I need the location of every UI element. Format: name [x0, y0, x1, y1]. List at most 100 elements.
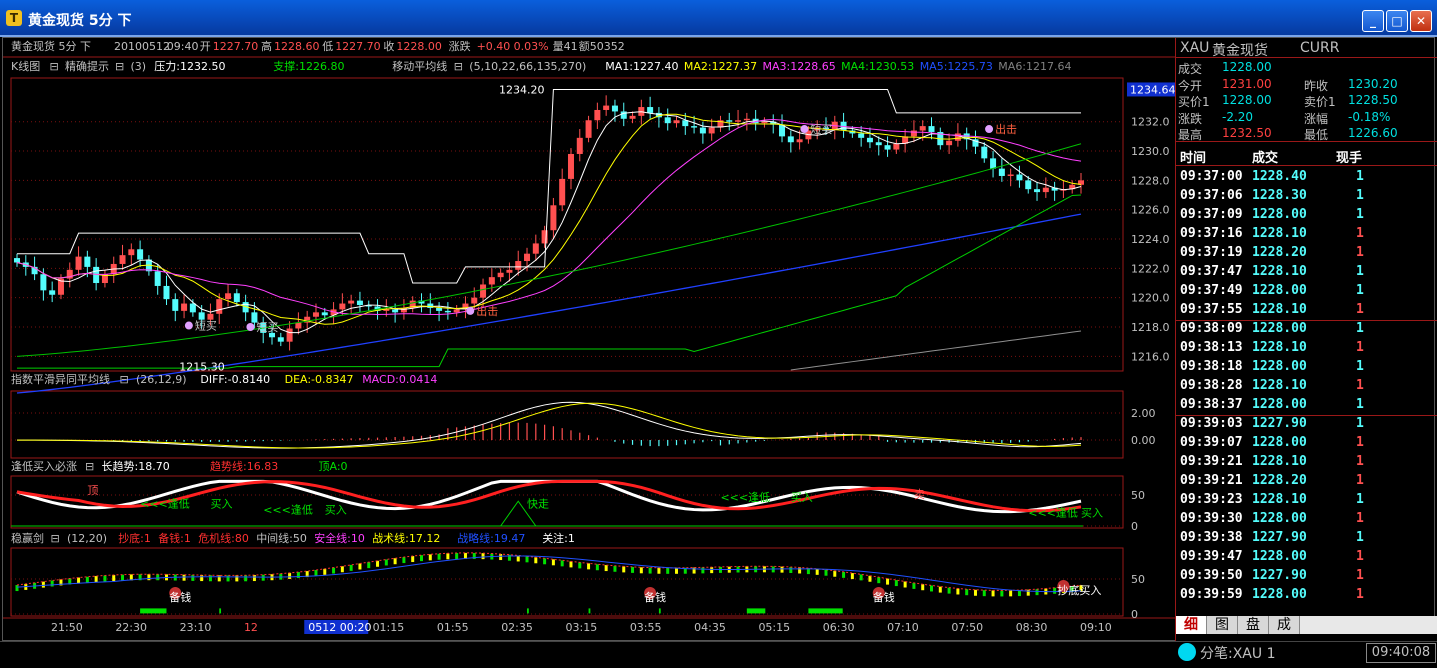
candle-body	[49, 290, 56, 295]
tick-row: 09:37:55 1228.10 1	[1176, 301, 1437, 320]
fengdi-y-tick: 50	[1131, 489, 1145, 502]
tick-price: 1228.30	[1252, 188, 1307, 203]
tick-time: 09:37:06	[1180, 188, 1243, 203]
tick-qty: 1	[1356, 302, 1364, 317]
quote-l1: 最高	[1178, 128, 1203, 142]
header-field: 50352	[590, 40, 625, 53]
quote-row: 今开 1231.00 昨收 1230.20	[1176, 75, 1437, 93]
candle-body	[743, 118, 750, 121]
signal-dot	[466, 306, 475, 315]
fengdi-label: ⊟	[85, 460, 94, 473]
tab-trades[interactable]: 成	[1269, 616, 1300, 634]
wenying-annotation: 抄底买入	[1057, 583, 1101, 597]
candle-body	[480, 284, 487, 298]
xaxis-tick: 03:55	[630, 621, 662, 634]
candle-body	[286, 328, 293, 342]
tick-price: 1228.00	[1252, 321, 1307, 336]
wenying-value: 中间线:50	[256, 531, 307, 545]
candle-body	[550, 205, 557, 231]
candle-body	[647, 107, 654, 113]
candle-body	[928, 126, 935, 132]
quote-v2: 1230.20	[1348, 76, 1398, 91]
tab-chart[interactable]: 图	[1207, 616, 1238, 634]
tab-detail[interactable]: 细	[1176, 616, 1207, 634]
close-button[interactable]: ✕	[1410, 10, 1432, 32]
fengdi-annotation: <<<逢低	[140, 497, 190, 510]
candle-body	[172, 299, 179, 311]
candle-body	[585, 120, 592, 138]
tick-time: 09:38:09	[1180, 321, 1243, 336]
maximize-button[interactable]: □	[1386, 10, 1408, 32]
signal-dot	[800, 125, 809, 134]
tab-book[interactable]: 盘	[1238, 616, 1269, 634]
tick-row: 09:38:18 1228.00 1	[1176, 358, 1437, 377]
status-time: 09:40:08	[1366, 643, 1436, 663]
candle-body	[453, 309, 460, 313]
tick-price: 1228.10	[1252, 492, 1307, 507]
indicator-label: ⊟	[50, 60, 59, 73]
wenying-annotation: 备钱	[873, 590, 895, 604]
wenying-label: (12,20)	[67, 532, 107, 545]
kline-y-tick: 1230.0	[1131, 145, 1170, 158]
ma-value: MA1:1227.40	[605, 60, 678, 73]
quote-row: 最高 1232.50 最低 1226.60	[1176, 124, 1437, 142]
candle-body	[532, 243, 539, 254]
tick-row: 09:37:19 1228.20 1	[1176, 244, 1437, 263]
tick-list[interactable]: 09:37:00 1228.40 1 09:37:06 1228.30 1 09:37:09…	[1176, 168, 1437, 614]
tick-row: 09:39:21 1228.10 1	[1176, 453, 1437, 472]
macd-label: DEA:-0.8347	[285, 373, 354, 386]
tick-qty: 1	[1356, 340, 1364, 355]
fengdi-annotation: <<<逢低	[263, 504, 313, 517]
candle-body	[321, 312, 328, 316]
tick-time: 09:37:00	[1180, 169, 1243, 184]
tick-time: 09:39:59	[1180, 587, 1243, 602]
fengdi-annotation: 买入	[1081, 507, 1103, 520]
candle-body	[1016, 174, 1023, 181]
macd-y-tick: 0.00	[1131, 434, 1156, 447]
candle-body	[181, 303, 188, 311]
xaxis-tick: 07:50	[951, 621, 983, 634]
candle-body	[312, 312, 319, 317]
tick-qty: 1	[1356, 435, 1364, 450]
tick-time: 09:39:21	[1180, 454, 1243, 469]
app-icon: T	[6, 10, 22, 26]
tick-qty: 1	[1356, 473, 1364, 488]
tick-time: 09:37:47	[1180, 264, 1243, 279]
candle-body	[919, 126, 926, 131]
ma-line	[16, 118, 1082, 316]
tick-price: 1228.00	[1252, 207, 1307, 222]
fengdi-annotation: 快走	[527, 497, 549, 510]
tick-header-qty: 现手	[1336, 151, 1363, 166]
candle-body	[691, 126, 698, 128]
candle-body	[726, 120, 733, 122]
kline-y-tick: 1216.0	[1131, 350, 1170, 363]
tick-header-price: 成交	[1252, 151, 1279, 166]
candle-body	[515, 261, 522, 270]
chart-svg[interactable]: 黄金现货 5分 下 2010051209:40 开 1227.70 高 1228.60 低 1…	[3, 38, 1175, 642]
indicator-label: (3)	[131, 60, 147, 73]
tick-price: 1227.90	[1252, 568, 1307, 583]
tick-row: 09:37:16 1228.10 1	[1176, 225, 1437, 244]
kline-y-tick: 1226.0	[1131, 204, 1170, 217]
safety-block	[527, 608, 529, 614]
tick-row: 09:39:03 1227.90 1	[1176, 415, 1437, 434]
tick-qty: 1	[1356, 378, 1364, 393]
ma-line	[790, 330, 1082, 371]
tick-qty: 1	[1356, 397, 1364, 412]
quote-symbol: XAU	[1180, 40, 1210, 56]
wenying-value: 战术线:17.12	[372, 531, 440, 545]
dea-line	[16, 402, 1082, 449]
kline-y-tick: 1228.0	[1131, 174, 1170, 187]
signal-dot	[985, 125, 994, 134]
wenying-value: 备钱:1	[158, 531, 191, 545]
macd-label: (26,12,9)	[136, 373, 187, 386]
tick-qty: 1	[1356, 264, 1364, 279]
fengdi-y-tick: 0	[1131, 520, 1138, 533]
chart-area[interactable]: 黄金现货 5分 下 20100512 09:40 开 1227.70 高 1228.60 低 1…	[3, 38, 1175, 642]
minimize-button[interactable]: _	[1362, 10, 1384, 32]
header-field: 高	[261, 39, 272, 53]
trading-window: 黄金现货 5分 下 20100512 09:40 开 1227.70 高 1228.60 低 1…	[2, 37, 1437, 642]
header-field: 1228.00	[396, 40, 442, 53]
tick-time: 09:39:50	[1180, 568, 1243, 583]
candle-body	[559, 178, 566, 206]
